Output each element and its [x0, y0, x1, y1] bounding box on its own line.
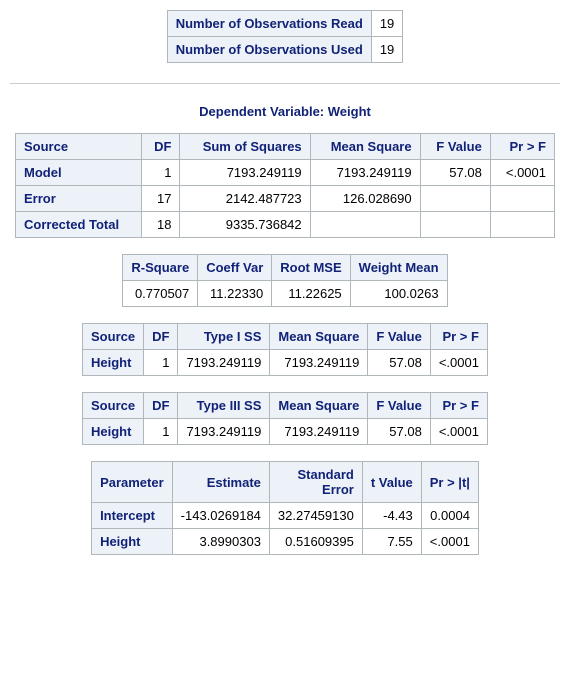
type1-table: Source DF Type I SS Mean Square F Value …	[82, 323, 488, 376]
anova-f: 57.08	[420, 160, 490, 186]
p-se: 32.27459130	[269, 503, 362, 529]
t1-h-df: DF	[144, 324, 178, 350]
t3-h-pr: Pr > F	[430, 393, 487, 419]
obs-used-label: Number of Observations Used	[167, 37, 371, 63]
p-est: -143.0269184	[172, 503, 269, 529]
t1-h-ms: Mean Square	[270, 324, 368, 350]
t1-ss: 7193.249119	[178, 350, 270, 376]
t1-f: 57.08	[368, 350, 431, 376]
p-h-param: Parameter	[92, 462, 173, 503]
anova-pr	[490, 186, 554, 212]
observations-table: Number of Observations Read 19 Number of…	[167, 10, 404, 63]
anova-df: 18	[141, 212, 180, 238]
t3-pr: <.0001	[430, 419, 487, 445]
anova-f	[420, 212, 490, 238]
anova-source: Corrected Total	[16, 212, 142, 238]
obs-read-value: 19	[371, 11, 402, 37]
t3-h-ms: Mean Square	[270, 393, 368, 419]
anova-df: 17	[141, 186, 180, 212]
t3-ms: 7193.249119	[270, 419, 368, 445]
t3-h-f: F Value	[368, 393, 431, 419]
fit-stats-table: R-Square Coeff Var Root MSE Weight Mean …	[122, 254, 447, 307]
anova-ss: 2142.487723	[180, 186, 310, 212]
anova-pr: <.0001	[490, 160, 554, 186]
t1-ms: 7193.249119	[270, 350, 368, 376]
section-divider	[10, 83, 560, 84]
p-param: Intercept	[92, 503, 173, 529]
fit-h-rsq: R-Square	[123, 255, 198, 281]
p-h-t: t Value	[362, 462, 421, 503]
anova-source: Model	[16, 160, 142, 186]
anova-ms	[310, 212, 420, 238]
t3-h-ss: Type III SS	[178, 393, 270, 419]
t1-h-pr: Pr > F	[430, 324, 487, 350]
fit-cv: 11.22330	[198, 281, 272, 307]
p-se: 0.51609395	[269, 529, 362, 555]
table-row: Model 1 7193.249119 7193.249119 57.08 <.…	[16, 160, 555, 186]
obs-read-label: Number of Observations Read	[167, 11, 371, 37]
dependent-variable-title: Dependent Variable: Weight	[10, 104, 560, 119]
t1-h-f: F Value	[368, 324, 431, 350]
table-row: Height 3.8990303 0.51609395 7.55 <.0001	[92, 529, 479, 555]
anova-h-f: F Value	[420, 134, 490, 160]
t1-source: Height	[83, 350, 144, 376]
anova-df: 1	[141, 160, 180, 186]
fit-h-cv: Coeff Var	[198, 255, 272, 281]
fit-rmse: 11.22625	[272, 281, 350, 307]
p-param: Height	[92, 529, 173, 555]
anova-table: Source DF Sum of Squares Mean Square F V…	[15, 133, 555, 238]
t3-source: Height	[83, 419, 144, 445]
type3-table: Source DF Type III SS Mean Square F Valu…	[82, 392, 488, 445]
t3-ss: 7193.249119	[178, 419, 270, 445]
table-row: Height 1 7193.249119 7193.249119 57.08 <…	[83, 350, 488, 376]
t3-h-df: DF	[144, 393, 178, 419]
fit-h-rmse: Root MSE	[272, 255, 350, 281]
anova-h-ss: Sum of Squares	[180, 134, 310, 160]
p-pr: 0.0004	[421, 503, 478, 529]
fit-rsq: 0.770507	[123, 281, 198, 307]
fit-mean: 100.0263	[350, 281, 447, 307]
anova-ss: 7193.249119	[180, 160, 310, 186]
anova-source: Error	[16, 186, 142, 212]
p-h-se: Standard Error	[269, 462, 362, 503]
fit-h-mean: Weight Mean	[350, 255, 447, 281]
anova-ms: 7193.249119	[310, 160, 420, 186]
t1-pr: <.0001	[430, 350, 487, 376]
t3-h-source: Source	[83, 393, 144, 419]
anova-ms: 126.028690	[310, 186, 420, 212]
p-t: -4.43	[362, 503, 421, 529]
parameter-estimates-table: Parameter Estimate Standard Error t Valu…	[91, 461, 479, 555]
anova-f	[420, 186, 490, 212]
table-row: Intercept -143.0269184 32.27459130 -4.43…	[92, 503, 479, 529]
table-row: Height 1 7193.249119 7193.249119 57.08 <…	[83, 419, 488, 445]
p-t: 7.55	[362, 529, 421, 555]
table-row: Corrected Total 18 9335.736842	[16, 212, 555, 238]
anova-h-df: DF	[141, 134, 180, 160]
p-h-pr: Pr > |t|	[421, 462, 478, 503]
anova-h-ms: Mean Square	[310, 134, 420, 160]
p-h-est: Estimate	[172, 462, 269, 503]
anova-h-source: Source	[16, 134, 142, 160]
t1-h-ss: Type I SS	[178, 324, 270, 350]
obs-used-value: 19	[371, 37, 402, 63]
table-row: Error 17 2142.487723 126.028690	[16, 186, 555, 212]
t1-h-source: Source	[83, 324, 144, 350]
anova-pr	[490, 212, 554, 238]
t3-f: 57.08	[368, 419, 431, 445]
p-est: 3.8990303	[172, 529, 269, 555]
t1-df: 1	[144, 350, 178, 376]
anova-h-pr: Pr > F	[490, 134, 554, 160]
table-row: 0.770507 11.22330 11.22625 100.0263	[123, 281, 447, 307]
t3-df: 1	[144, 419, 178, 445]
p-pr: <.0001	[421, 529, 478, 555]
anova-ss: 9335.736842	[180, 212, 310, 238]
